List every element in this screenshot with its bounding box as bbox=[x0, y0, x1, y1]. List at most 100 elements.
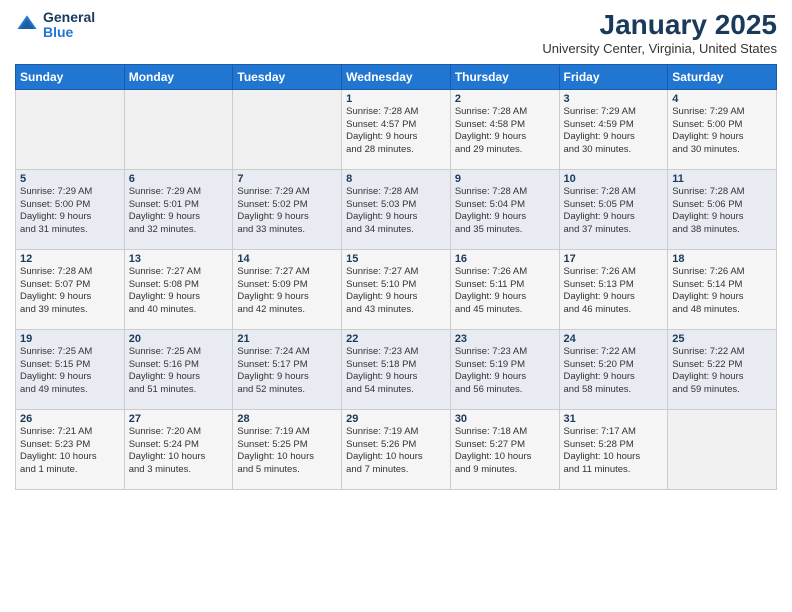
day-info: Sunrise: 7:28 AM Sunset: 5:03 PM Dayligh… bbox=[346, 186, 446, 237]
day-number: 30 bbox=[455, 413, 555, 425]
calendar-cell: 19Sunrise: 7:25 AM Sunset: 5:15 PM Dayli… bbox=[16, 329, 125, 409]
day-number: 16 bbox=[455, 253, 555, 265]
calendar-cell: 1Sunrise: 7:28 AM Sunset: 4:57 PM Daylig… bbox=[342, 89, 451, 169]
calendar-cell: 16Sunrise: 7:26 AM Sunset: 5:11 PM Dayli… bbox=[450, 249, 559, 329]
day-info: Sunrise: 7:29 AM Sunset: 5:02 PM Dayligh… bbox=[237, 186, 337, 237]
day-info: Sunrise: 7:19 AM Sunset: 5:26 PM Dayligh… bbox=[346, 426, 446, 477]
calendar-cell: 26Sunrise: 7:21 AM Sunset: 5:23 PM Dayli… bbox=[16, 409, 125, 489]
subtitle: University Center, Virginia, United Stat… bbox=[542, 41, 777, 56]
day-number: 29 bbox=[346, 413, 446, 425]
day-number: 28 bbox=[237, 413, 337, 425]
day-number: 1 bbox=[346, 93, 446, 105]
day-header-sunday: Sunday bbox=[16, 64, 125, 89]
day-number: 23 bbox=[455, 333, 555, 345]
day-info: Sunrise: 7:22 AM Sunset: 5:22 PM Dayligh… bbox=[672, 346, 772, 397]
day-info: Sunrise: 7:28 AM Sunset: 5:04 PM Dayligh… bbox=[455, 186, 555, 237]
day-header-row: SundayMondayTuesdayWednesdayThursdayFrid… bbox=[16, 64, 777, 89]
day-number: 17 bbox=[564, 253, 664, 265]
calendar-cell: 6Sunrise: 7:29 AM Sunset: 5:01 PM Daylig… bbox=[124, 169, 233, 249]
week-row-5: 26Sunrise: 7:21 AM Sunset: 5:23 PM Dayli… bbox=[16, 409, 777, 489]
calendar-cell: 20Sunrise: 7:25 AM Sunset: 5:16 PM Dayli… bbox=[124, 329, 233, 409]
calendar-cell: 4Sunrise: 7:29 AM Sunset: 5:00 PM Daylig… bbox=[668, 89, 777, 169]
calendar-cell: 8Sunrise: 7:28 AM Sunset: 5:03 PM Daylig… bbox=[342, 169, 451, 249]
calendar-cell: 29Sunrise: 7:19 AM Sunset: 5:26 PM Dayli… bbox=[342, 409, 451, 489]
calendar-cell: 30Sunrise: 7:18 AM Sunset: 5:27 PM Dayli… bbox=[450, 409, 559, 489]
day-info: Sunrise: 7:23 AM Sunset: 5:18 PM Dayligh… bbox=[346, 346, 446, 397]
day-info: Sunrise: 7:23 AM Sunset: 5:19 PM Dayligh… bbox=[455, 346, 555, 397]
calendar-cell: 27Sunrise: 7:20 AM Sunset: 5:24 PM Dayli… bbox=[124, 409, 233, 489]
day-info: Sunrise: 7:26 AM Sunset: 5:11 PM Dayligh… bbox=[455, 266, 555, 317]
day-number: 31 bbox=[564, 413, 664, 425]
day-number: 27 bbox=[129, 413, 229, 425]
calendar-cell: 3Sunrise: 7:29 AM Sunset: 4:59 PM Daylig… bbox=[559, 89, 668, 169]
week-row-1: 1Sunrise: 7:28 AM Sunset: 4:57 PM Daylig… bbox=[16, 89, 777, 169]
day-number: 14 bbox=[237, 253, 337, 265]
day-number: 9 bbox=[455, 173, 555, 185]
day-info: Sunrise: 7:17 AM Sunset: 5:28 PM Dayligh… bbox=[564, 426, 664, 477]
calendar-cell: 24Sunrise: 7:22 AM Sunset: 5:20 PM Dayli… bbox=[559, 329, 668, 409]
day-info: Sunrise: 7:29 AM Sunset: 5:01 PM Dayligh… bbox=[129, 186, 229, 237]
day-number: 12 bbox=[20, 253, 120, 265]
day-number: 5 bbox=[20, 173, 120, 185]
logo-general-text: General bbox=[43, 10, 95, 25]
calendar-cell bbox=[16, 89, 125, 169]
day-number: 26 bbox=[20, 413, 120, 425]
day-info: Sunrise: 7:19 AM Sunset: 5:25 PM Dayligh… bbox=[237, 426, 337, 477]
calendar-header: SundayMondayTuesdayWednesdayThursdayFrid… bbox=[16, 64, 777, 89]
day-info: Sunrise: 7:26 AM Sunset: 5:14 PM Dayligh… bbox=[672, 266, 772, 317]
day-number: 6 bbox=[129, 173, 229, 185]
day-number: 20 bbox=[129, 333, 229, 345]
header: General Blue January 2025 University Cen… bbox=[15, 10, 777, 56]
calendar-cell: 18Sunrise: 7:26 AM Sunset: 5:14 PM Dayli… bbox=[668, 249, 777, 329]
day-number: 21 bbox=[237, 333, 337, 345]
calendar-cell: 17Sunrise: 7:26 AM Sunset: 5:13 PM Dayli… bbox=[559, 249, 668, 329]
calendar-cell: 31Sunrise: 7:17 AM Sunset: 5:28 PM Dayli… bbox=[559, 409, 668, 489]
day-number: 4 bbox=[672, 93, 772, 105]
day-info: Sunrise: 7:24 AM Sunset: 5:17 PM Dayligh… bbox=[237, 346, 337, 397]
calendar-body: 1Sunrise: 7:28 AM Sunset: 4:57 PM Daylig… bbox=[16, 89, 777, 489]
day-number: 24 bbox=[564, 333, 664, 345]
calendar-cell: 28Sunrise: 7:19 AM Sunset: 5:25 PM Dayli… bbox=[233, 409, 342, 489]
day-info: Sunrise: 7:29 AM Sunset: 5:00 PM Dayligh… bbox=[672, 106, 772, 157]
day-info: Sunrise: 7:28 AM Sunset: 4:57 PM Dayligh… bbox=[346, 106, 446, 157]
week-row-4: 19Sunrise: 7:25 AM Sunset: 5:15 PM Dayli… bbox=[16, 329, 777, 409]
day-info: Sunrise: 7:28 AM Sunset: 5:06 PM Dayligh… bbox=[672, 186, 772, 237]
day-number: 18 bbox=[672, 253, 772, 265]
calendar-cell: 11Sunrise: 7:28 AM Sunset: 5:06 PM Dayli… bbox=[668, 169, 777, 249]
day-info: Sunrise: 7:28 AM Sunset: 5:07 PM Dayligh… bbox=[20, 266, 120, 317]
logo-text: General Blue bbox=[43, 10, 95, 41]
day-number: 11 bbox=[672, 173, 772, 185]
calendar-cell: 25Sunrise: 7:22 AM Sunset: 5:22 PM Dayli… bbox=[668, 329, 777, 409]
day-info: Sunrise: 7:26 AM Sunset: 5:13 PM Dayligh… bbox=[564, 266, 664, 317]
day-header-tuesday: Tuesday bbox=[233, 64, 342, 89]
day-number: 2 bbox=[455, 93, 555, 105]
day-header-monday: Monday bbox=[124, 64, 233, 89]
logo-blue-text: Blue bbox=[43, 25, 95, 40]
day-info: Sunrise: 7:22 AM Sunset: 5:20 PM Dayligh… bbox=[564, 346, 664, 397]
calendar-cell bbox=[124, 89, 233, 169]
day-number: 22 bbox=[346, 333, 446, 345]
day-header-friday: Friday bbox=[559, 64, 668, 89]
calendar-cell: 15Sunrise: 7:27 AM Sunset: 5:10 PM Dayli… bbox=[342, 249, 451, 329]
week-row-2: 5Sunrise: 7:29 AM Sunset: 5:00 PM Daylig… bbox=[16, 169, 777, 249]
day-header-thursday: Thursday bbox=[450, 64, 559, 89]
calendar-cell bbox=[668, 409, 777, 489]
calendar-cell: 22Sunrise: 7:23 AM Sunset: 5:18 PM Dayli… bbox=[342, 329, 451, 409]
day-number: 19 bbox=[20, 333, 120, 345]
day-info: Sunrise: 7:27 AM Sunset: 5:10 PM Dayligh… bbox=[346, 266, 446, 317]
day-header-wednesday: Wednesday bbox=[342, 64, 451, 89]
calendar-cell: 13Sunrise: 7:27 AM Sunset: 5:08 PM Dayli… bbox=[124, 249, 233, 329]
calendar-cell: 23Sunrise: 7:23 AM Sunset: 5:19 PM Dayli… bbox=[450, 329, 559, 409]
day-info: Sunrise: 7:25 AM Sunset: 5:16 PM Dayligh… bbox=[129, 346, 229, 397]
calendar-cell: 21Sunrise: 7:24 AM Sunset: 5:17 PM Dayli… bbox=[233, 329, 342, 409]
day-info: Sunrise: 7:27 AM Sunset: 5:09 PM Dayligh… bbox=[237, 266, 337, 317]
calendar-cell: 2Sunrise: 7:28 AM Sunset: 4:58 PM Daylig… bbox=[450, 89, 559, 169]
day-info: Sunrise: 7:20 AM Sunset: 5:24 PM Dayligh… bbox=[129, 426, 229, 477]
day-number: 3 bbox=[564, 93, 664, 105]
calendar-table: SundayMondayTuesdayWednesdayThursdayFrid… bbox=[15, 64, 777, 490]
day-number: 10 bbox=[564, 173, 664, 185]
calendar-cell: 7Sunrise: 7:29 AM Sunset: 5:02 PM Daylig… bbox=[233, 169, 342, 249]
logo: General Blue bbox=[15, 10, 95, 41]
week-row-3: 12Sunrise: 7:28 AM Sunset: 5:07 PM Dayli… bbox=[16, 249, 777, 329]
calendar-cell: 12Sunrise: 7:28 AM Sunset: 5:07 PM Dayli… bbox=[16, 249, 125, 329]
